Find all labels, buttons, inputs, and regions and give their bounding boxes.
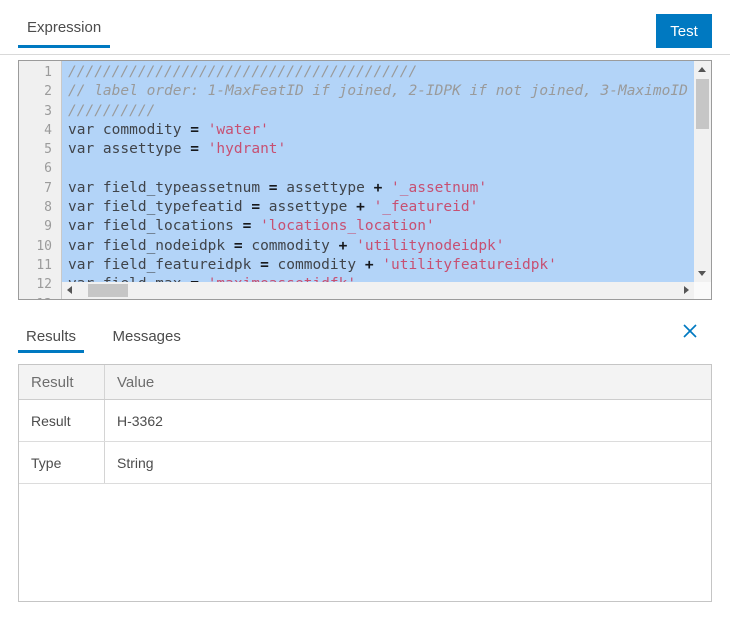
code-line: //////////////////////////////////////// [68, 63, 711, 82]
code-token-code [347, 238, 356, 254]
line-number: 12 [19, 275, 52, 294]
scroll-up-arrow-icon[interactable] [698, 67, 706, 72]
code-token-string: 'locations_location' [260, 218, 435, 234]
code-token-comment: //////////////////////////////////////// [68, 64, 417, 80]
test-button[interactable]: Test [656, 14, 712, 48]
code-token-code [365, 199, 374, 215]
close-results-button[interactable] [680, 322, 700, 342]
row-value-cell: String [105, 442, 711, 483]
code-line: var field_locations = 'locations_locatio… [68, 217, 711, 236]
code-token-comment: ////////// [68, 103, 155, 119]
scrollbar-corner [694, 282, 711, 299]
line-number-gutter: 12345678910111213 [19, 61, 62, 299]
table-row: ResultH-3362 [19, 400, 711, 442]
line-number: 2 [19, 82, 52, 101]
code-token-code: var field_locations [68, 218, 243, 234]
expression-tab-bar: Expression Test [0, 0, 730, 55]
code-token-operator: = [190, 122, 199, 138]
scroll-left-arrow-icon[interactable] [67, 286, 72, 294]
line-number: 9 [19, 217, 52, 236]
code-token-code [374, 257, 383, 273]
code-line: var field_featureidpk = commodity + 'uti… [68, 256, 711, 275]
code-token-string: '_featureid' [374, 199, 479, 215]
code-token-operator: = [260, 257, 269, 273]
code-line: ////////// [68, 102, 711, 121]
code-token-comment: // label order: 1-MaxFeatID if joined, 2… [68, 83, 688, 99]
vertical-scrollbar[interactable] [694, 61, 711, 282]
tab-results-label: Results [26, 328, 76, 345]
code-line: var field_typefeatid = assettype + '_fea… [68, 198, 711, 217]
code-token-code [382, 180, 391, 196]
code-token-string: 'utilitynodeidpk' [356, 238, 504, 254]
code-line: var commodity = 'water' [68, 121, 711, 140]
code-token-code: commodity [269, 257, 365, 273]
vertical-scrollbar-thumb[interactable] [696, 79, 709, 129]
code-token-string: 'utilityfeatureidpk' [382, 257, 557, 273]
code-token-operator: + [374, 180, 383, 196]
code-token-operator: + [365, 257, 374, 273]
tab-messages-label: Messages [112, 328, 180, 345]
code-line: var field_nodeidpk = commodity + 'utilit… [68, 237, 711, 256]
line-number: 8 [19, 198, 52, 217]
scroll-right-arrow-icon[interactable] [684, 286, 689, 294]
line-number: 13 [19, 295, 52, 299]
results-tab-bar: Results Messages [0, 318, 730, 355]
code-token-operator: = [190, 141, 199, 157]
code-token-code: var field_nodeidpk [68, 238, 234, 254]
tab-messages[interactable]: Messages [104, 328, 188, 353]
line-number: 7 [19, 179, 52, 198]
code-token-code: var field_typefeatid [68, 199, 251, 215]
code-token-code [251, 218, 260, 234]
results-table-header: Result Value [19, 365, 711, 400]
code-token-code: commodity [243, 238, 339, 254]
code-editor[interactable]: 12345678910111213 //////////////////////… [18, 60, 712, 300]
scroll-down-arrow-icon[interactable] [698, 271, 706, 276]
code-line: // label order: 1-MaxFeatID if joined, 2… [68, 82, 711, 101]
line-number: 4 [19, 121, 52, 140]
code-token-string: 'hydrant' [208, 141, 287, 157]
code-token-code: assettype [278, 180, 374, 196]
tab-expression[interactable]: Expression [18, 12, 110, 48]
row-value-cell: H-3362 [105, 400, 711, 441]
row-label-cell: Result [19, 400, 105, 441]
code-token-operator: = [251, 199, 260, 215]
code-token-code [199, 122, 208, 138]
code-token-code: var field_featureidpk [68, 257, 260, 273]
code-line: var field_typeassetnum = assettype + '_a… [68, 179, 711, 198]
code-line: var assettype = 'hydrant' [68, 140, 711, 159]
line-number: 6 [19, 159, 52, 178]
results-table: Result Value ResultH-3362TypeString [18, 364, 712, 602]
line-number: 1 [19, 63, 52, 82]
code-token-code: var commodity [68, 122, 190, 138]
code-token-operator: = [234, 238, 243, 254]
code-token-code: assettype [260, 199, 356, 215]
code-token-string: 'water' [208, 122, 269, 138]
results-table-body: ResultH-3362TypeString [19, 400, 711, 484]
line-number: 10 [19, 237, 52, 256]
code-token-string: '_assetnum' [391, 180, 487, 196]
horizontal-scrollbar[interactable] [62, 282, 694, 299]
tab-results[interactable]: Results [18, 328, 84, 353]
header-value-column: Value [105, 365, 711, 399]
line-number: 11 [19, 256, 52, 275]
code-line [68, 159, 711, 178]
table-row: TypeString [19, 442, 711, 484]
tab-expression-label: Expression [27, 19, 101, 36]
line-number: 5 [19, 140, 52, 159]
horizontal-scrollbar-thumb[interactable] [88, 284, 128, 297]
code-token-operator: + [356, 199, 365, 215]
header-result-column: Result [19, 365, 105, 399]
code-token-operator: = [269, 180, 278, 196]
code-token-code: var field_typeassetnum [68, 180, 269, 196]
close-icon [681, 322, 699, 340]
line-number: 3 [19, 102, 52, 121]
code-token-code [199, 141, 208, 157]
code-token-code: var assettype [68, 141, 190, 157]
row-label-cell: Type [19, 442, 105, 483]
code-content[interactable]: ////////////////////////////////////////… [62, 61, 711, 299]
